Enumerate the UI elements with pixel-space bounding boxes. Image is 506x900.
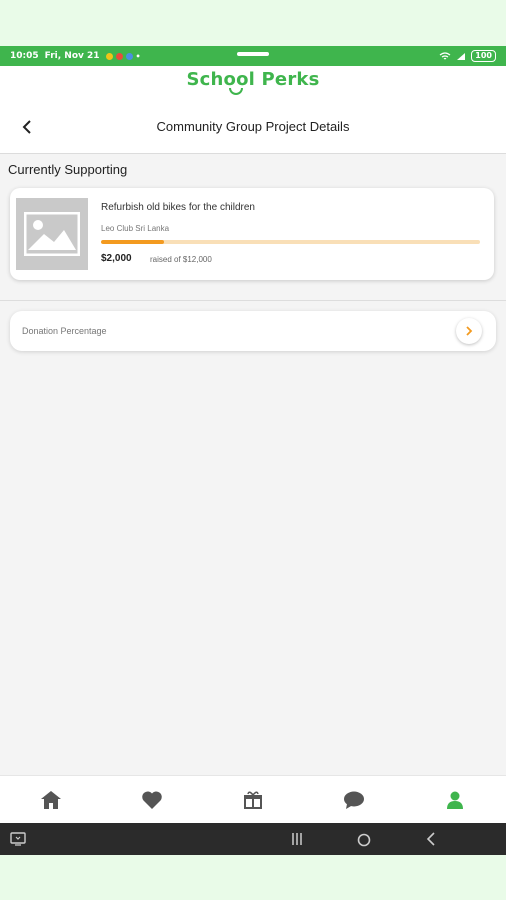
battery-icon: 100 bbox=[471, 50, 496, 62]
chevron-right-icon bbox=[465, 326, 472, 336]
raised-goal-text: raised of $12,000 bbox=[150, 255, 212, 264]
section-title: Currently Supporting bbox=[8, 162, 128, 177]
notification-icon bbox=[115, 52, 123, 60]
more-dot-icon: • bbox=[135, 51, 141, 61]
keyboard-icon bbox=[10, 832, 26, 846]
brand-header: School Perks bbox=[0, 66, 506, 100]
page-title: Community Group Project Details bbox=[156, 119, 350, 134]
image-placeholder-icon bbox=[24, 212, 80, 256]
recents-icon bbox=[292, 833, 302, 845]
bottom-navigation bbox=[0, 775, 506, 823]
status-bar: 10:05 Fri, Nov 21 • 100 bbox=[0, 46, 506, 66]
progress-fill bbox=[101, 240, 165, 244]
home-system-button[interactable] bbox=[357, 832, 371, 851]
brand-logo: School Perks bbox=[186, 69, 320, 90]
divider bbox=[0, 300, 506, 301]
keyboard-switch-button[interactable] bbox=[10, 831, 26, 851]
donation-arrow-button[interactable] bbox=[456, 318, 482, 344]
project-card[interactable]: Refurbish old bikes for the children Leo… bbox=[10, 188, 494, 280]
circle-home-icon bbox=[357, 833, 371, 847]
chevron-left-icon bbox=[22, 120, 31, 134]
gift-icon bbox=[243, 791, 262, 809]
donation-percentage-label: Donation Percentage bbox=[22, 326, 107, 336]
nav-rewards[interactable] bbox=[223, 780, 283, 820]
page-header: Community Group Project Details bbox=[0, 100, 506, 154]
notification-icons: • bbox=[105, 51, 141, 61]
wifi-icon bbox=[439, 51, 451, 59]
nav-favorites[interactable] bbox=[122, 780, 182, 820]
home-icon bbox=[40, 790, 61, 809]
project-organization: Leo Club Sri Lanka bbox=[101, 224, 170, 233]
notification-icon bbox=[105, 52, 113, 60]
nav-home[interactable] bbox=[21, 780, 81, 820]
notification-icon bbox=[125, 52, 133, 60]
system-navigation-bar bbox=[0, 823, 506, 855]
app-screen: 10:05 Fri, Nov 21 • 100 School Perks Com… bbox=[0, 46, 506, 855]
progress-bar bbox=[101, 240, 480, 244]
nav-messages[interactable] bbox=[324, 780, 384, 820]
project-image bbox=[16, 198, 88, 270]
profile-icon bbox=[447, 791, 464, 809]
heart-icon bbox=[142, 790, 162, 809]
back-arrow-icon bbox=[426, 832, 435, 846]
back-system-button[interactable] bbox=[425, 831, 437, 851]
chat-icon bbox=[344, 791, 365, 809]
back-button[interactable] bbox=[14, 114, 40, 140]
status-date: Fri, Nov 21 bbox=[44, 51, 100, 61]
raised-amount: $2,000 bbox=[101, 253, 132, 264]
nav-profile[interactable] bbox=[425, 780, 485, 820]
recents-button[interactable] bbox=[290, 831, 304, 851]
status-time: 10:05 bbox=[10, 51, 39, 61]
donation-percentage-row[interactable]: Donation Percentage bbox=[10, 311, 496, 351]
project-title: Refurbish old bikes for the children bbox=[101, 202, 255, 213]
logo-smile-icon bbox=[229, 88, 243, 95]
signal-icon bbox=[457, 52, 466, 60]
notch-pill bbox=[237, 52, 269, 56]
